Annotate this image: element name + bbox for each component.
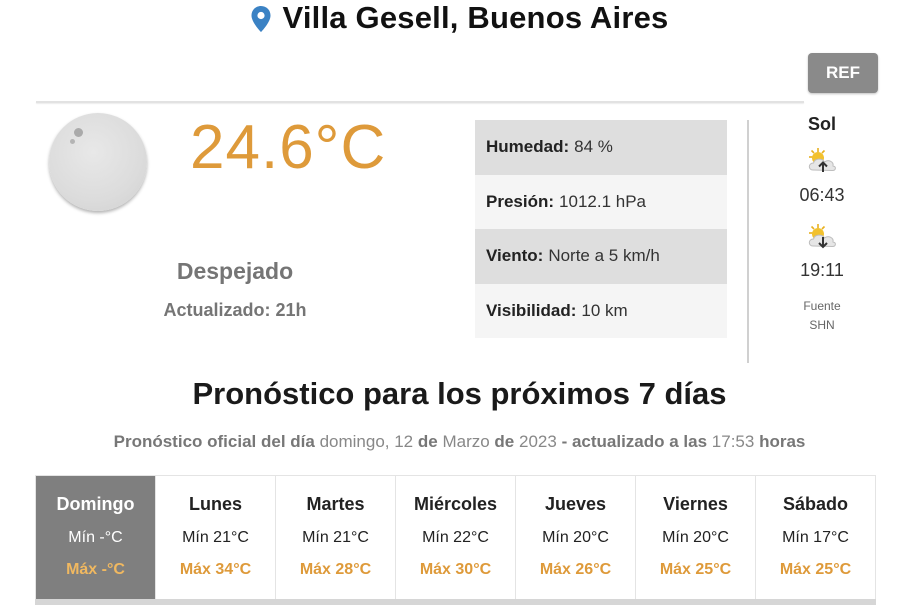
day-max: Máx 30°C <box>419 561 492 578</box>
day-cell-miercoles[interactable]: Miércoles Mín 22°C Máx 30°C <box>395 476 515 600</box>
sub-time: 17:53 <box>711 432 755 451</box>
detail-label: Humedad: <box>486 137 570 157</box>
day-name: Martes <box>306 494 365 514</box>
sub-de2: de <box>494 432 515 451</box>
clear-night-moon-icon <box>49 113 147 211</box>
header-divider <box>36 101 804 103</box>
detail-value: Norte a 5 km/h <box>548 246 660 266</box>
detail-humidity: Humedad: 84 % <box>475 120 727 175</box>
day-max: Máx -°C <box>66 561 125 578</box>
detail-value: 10 km <box>581 300 628 320</box>
detail-visibility: Visibilidad: 10 km <box>475 283 727 338</box>
day-max: Máx 26°C <box>539 561 612 578</box>
detail-wind: Viento: Norte a 5 km/h <box>475 229 727 284</box>
day-cell-martes[interactable]: Martes Mín 21°C Máx 28°C <box>275 476 395 600</box>
day-cell-lunes[interactable]: Lunes Mín 21°C Máx 34°C <box>155 476 275 600</box>
detail-label: Visibilidad: <box>486 300 577 320</box>
day-min: Mín 22°C <box>422 529 489 546</box>
forecast-subtitle: Pronóstico oficial del día domingo, 12 d… <box>0 432 919 452</box>
forecast-table: Domingo Mín -°C Máx -°C Lunes Mín 21°C M… <box>35 475 876 600</box>
day-min: Mín 20°C <box>542 529 609 546</box>
detail-label: Viento: <box>486 246 544 266</box>
vertical-divider <box>747 120 749 363</box>
detail-value: 84 % <box>574 137 613 157</box>
day-name: Sábado <box>782 494 848 514</box>
sub-day: domingo, 12 <box>319 432 414 451</box>
day-name: Domingo <box>56 494 135 514</box>
source-label: Fuente <box>803 299 841 313</box>
day-cell-jueves[interactable]: Jueves Mín 20°C Máx 26°C <box>515 476 635 600</box>
updated-time: Actualizado: 21h <box>163 300 307 320</box>
ref-button[interactable]: REF <box>808 53 878 93</box>
day-min: Mín -°C <box>68 529 123 546</box>
day-cell-viernes[interactable]: Viernes Mín 20°C Máx 25°C <box>635 476 755 600</box>
weather-condition: Despejado <box>176 258 294 284</box>
day-name: Miércoles <box>413 494 498 514</box>
sunrise-icon <box>808 148 836 172</box>
day-max: Máx 28°C <box>299 561 372 578</box>
sub-de1: de <box>417 432 438 451</box>
detail-pressure: Presión: 1012.1 hPa <box>475 174 727 229</box>
day-max: Máx 34°C <box>179 561 252 578</box>
sub-month: Marzo <box>442 432 490 451</box>
sunrise-time: 06:43 <box>799 185 845 205</box>
current-temperature: 24.6°C <box>190 113 387 182</box>
day-cell-sabado[interactable]: Sábado Mín 17°C Máx 25°C <box>755 476 875 600</box>
forecast-heading: Pronóstico para los próximos 7 días <box>192 376 727 411</box>
location-pin-icon <box>251 6 270 32</box>
weather-details: Humedad: 84 % Presión: 1012.1 hPa Viento… <box>475 120 727 338</box>
day-min: Mín 21°C <box>302 529 369 546</box>
sun-title: Sol <box>807 114 836 134</box>
sunset-icon <box>808 224 836 249</box>
page-title: Villa Gesell, Buenos Aires <box>282 0 669 35</box>
day-min: Mín 17°C <box>782 529 849 546</box>
day-name: Lunes <box>188 494 242 514</box>
location-header: Villa Gesell, Buenos Aires <box>0 0 919 36</box>
day-max: Máx 25°C <box>779 561 852 578</box>
day-min: Mín 20°C <box>662 529 729 546</box>
sub-part2: - actualizado a las <box>561 432 708 451</box>
day-name: Viernes <box>663 494 728 514</box>
day-cell-domingo[interactable]: Domingo Mín -°C Máx -°C <box>35 476 155 600</box>
sub-part3: horas <box>759 432 806 451</box>
sunset-time: 19:11 <box>800 260 844 280</box>
sub-part1: Pronóstico oficial del día <box>113 432 315 451</box>
detail-value: 1012.1 hPa <box>559 191 646 211</box>
day-max: Máx 25°C <box>659 561 732 578</box>
source-name: SHN <box>809 318 835 332</box>
table-bottom-bar <box>35 599 876 605</box>
day-min: Mín 21°C <box>182 529 249 546</box>
day-name: Jueves <box>544 494 607 514</box>
sub-year: 2023 <box>519 432 557 451</box>
detail-label: Presión: <box>486 191 555 211</box>
